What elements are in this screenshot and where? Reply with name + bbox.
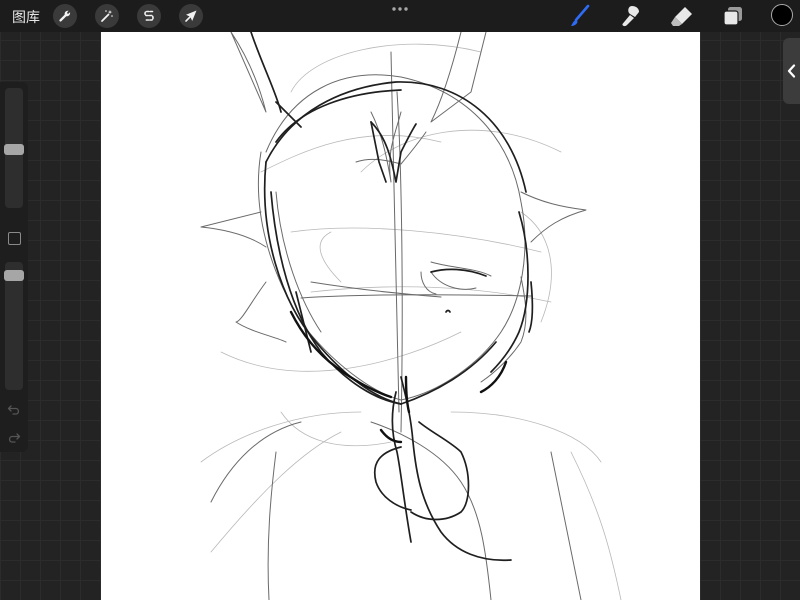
color-swatch[interactable] bbox=[771, 4, 793, 26]
opacity-thumb[interactable] bbox=[4, 270, 24, 282]
arrow-cursor-icon bbox=[185, 10, 197, 22]
left-sidebar bbox=[0, 82, 28, 452]
drawing-canvas[interactable] bbox=[101, 32, 700, 600]
selection-button[interactable] bbox=[137, 4, 161, 28]
actions-button[interactable] bbox=[53, 4, 77, 28]
chevron-left-icon bbox=[787, 64, 796, 78]
magic-wand-icon bbox=[101, 10, 113, 22]
brush-size-slider[interactable] bbox=[4, 88, 24, 208]
reference-panel-toggle[interactable] bbox=[783, 38, 800, 104]
smudge-icon[interactable] bbox=[619, 3, 645, 29]
modify-button[interactable] bbox=[8, 232, 21, 245]
adjustments-button[interactable] bbox=[95, 4, 119, 28]
brush-icon[interactable] bbox=[567, 3, 593, 29]
undo-icon[interactable] bbox=[7, 404, 21, 416]
sketch-drawing bbox=[200, 32, 622, 600]
wrench-icon bbox=[59, 10, 71, 22]
opacity-slider[interactable] bbox=[4, 262, 24, 390]
selection-s-icon bbox=[144, 10, 154, 21]
transform-button[interactable] bbox=[179, 4, 203, 28]
redo-icon[interactable] bbox=[7, 432, 21, 444]
more-options-icon[interactable] bbox=[390, 2, 410, 16]
brush-size-thumb[interactable] bbox=[4, 144, 24, 156]
gallery-button[interactable]: 图库 bbox=[12, 7, 40, 27]
layers-icon[interactable] bbox=[720, 3, 746, 29]
eraser-icon[interactable] bbox=[669, 3, 695, 29]
top-toolbar: 图库 bbox=[0, 0, 800, 32]
